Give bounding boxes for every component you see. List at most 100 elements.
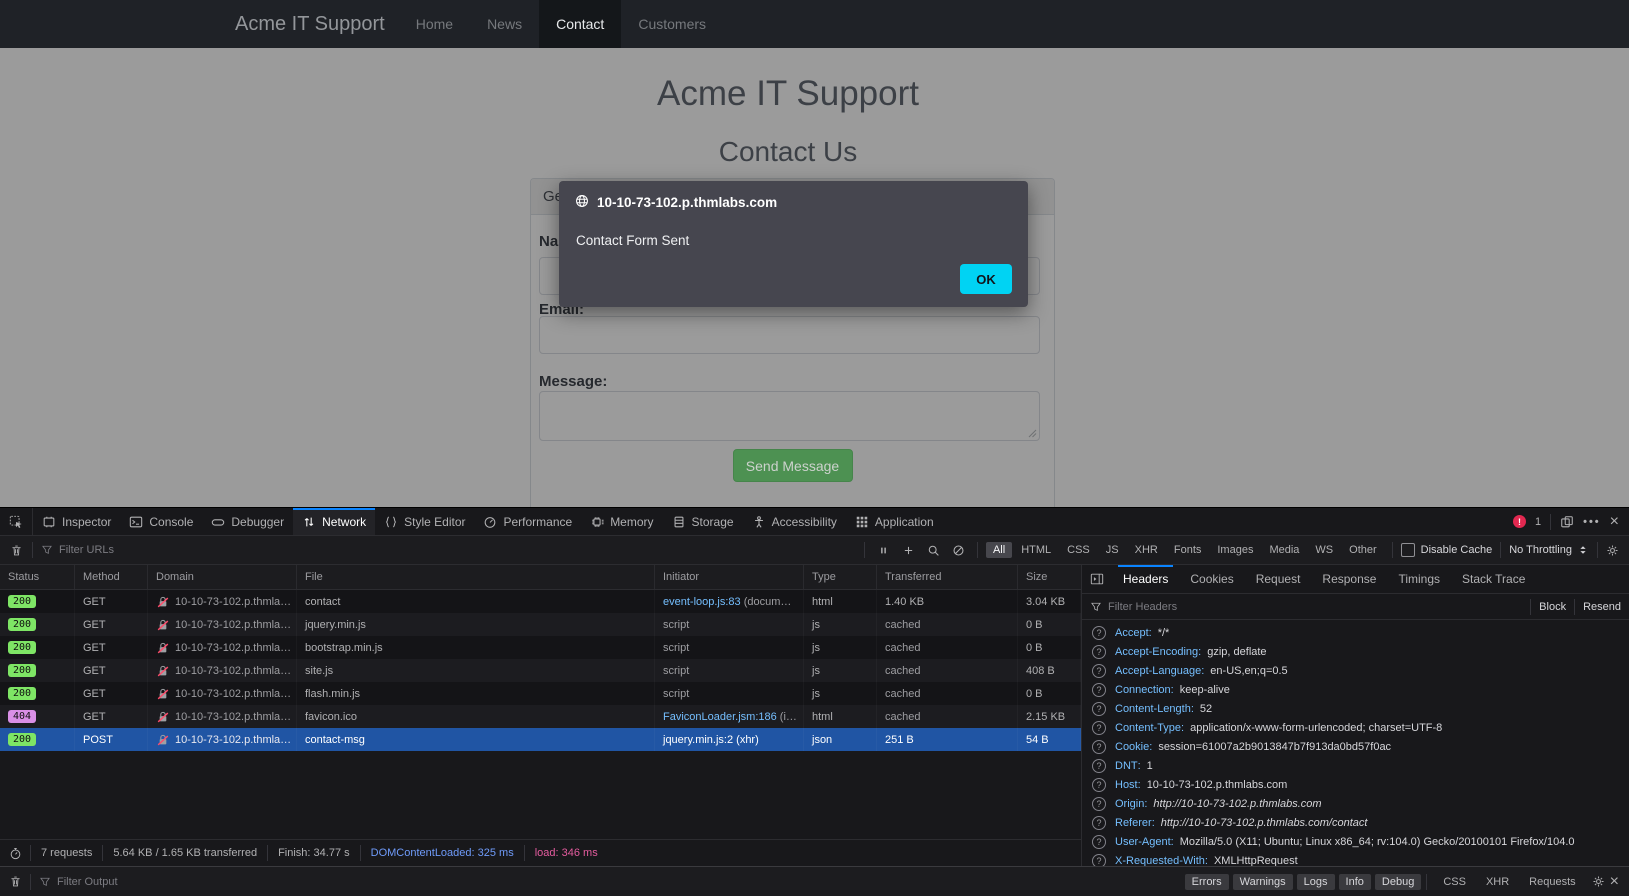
request-row[interactable]: 200 POST 10-10-73-102.p.thmla… contact-msg j… [0,728,1081,751]
console-filter-warnings[interactable]: Warnings [1232,873,1293,890]
details-tab-request[interactable]: Request [1245,565,1312,593]
column-header-method[interactable]: Method [75,565,148,589]
details-tab-response[interactable]: Response [1311,565,1387,593]
console-filter-errors[interactable]: Errors [1184,873,1229,890]
column-header-file[interactable]: File [297,565,655,589]
pick-element-icon[interactable] [0,508,33,535]
details-tab-cookies[interactable]: Cookies [1179,565,1244,593]
resize-grip-icon[interactable] [1028,429,1037,438]
header-help-icon[interactable]: ? [1092,739,1106,754]
details-tab-stack-trace[interactable]: Stack Trace [1451,565,1536,593]
tab-network[interactable]: Network [293,508,376,535]
responsive-design-mode-icon[interactable] [1560,515,1574,529]
tab-inspector[interactable]: Inspector [33,508,120,535]
tab-storage[interactable]: Storage [663,508,743,535]
tab-performance[interactable]: Performance [474,508,581,535]
dialog-ok-button[interactable]: OK [960,264,1012,294]
block-request-icon[interactable] [952,544,965,557]
search-icon[interactable] [927,544,940,557]
console-close-icon[interactable]: × [1610,873,1619,890]
navbar-brand[interactable]: Acme IT Support [235,0,385,48]
request-row[interactable]: 200 GET 10-10-73-102.p.thmla… contact event-… [0,590,1081,613]
nav-item-contact[interactable]: Contact [539,0,622,48]
header-help-icon[interactable]: ? [1092,815,1106,830]
resend-button[interactable]: Resend [1583,601,1621,613]
split-pane-toggle-icon[interactable] [1082,565,1112,593]
type-filter-fonts[interactable]: Fonts [1167,542,1209,558]
console-toggle-xhr[interactable]: XHR [1481,874,1514,890]
nav-item-home[interactable]: Home [399,0,470,48]
request-row[interactable]: 200 GET 10-10-73-102.p.thmla… jquery.min.js… [0,613,1081,636]
header-help-icon[interactable]: ? [1092,682,1106,697]
tab-memory[interactable]: Memory [581,508,662,535]
block-button[interactable]: Block [1539,601,1566,613]
header-help-icon[interactable]: ? [1092,625,1106,640]
type-filter-images[interactable]: Images [1210,542,1260,558]
error-badge-icon[interactable]: ! [1512,515,1526,528]
type-filter-xhr[interactable]: XHR [1128,542,1165,558]
header-help-icon[interactable]: ? [1092,701,1106,716]
type-filter-other[interactable]: Other [1342,542,1384,558]
header-help-icon[interactable]: ? [1092,758,1106,773]
column-header-status[interactable]: Status [0,565,75,589]
clear-output-icon[interactable] [0,875,30,888]
header-help-icon[interactable]: ? [1092,644,1106,659]
filter-output-input[interactable]: Filter Output [39,876,118,888]
filter-icon [1090,601,1102,613]
initiator-link[interactable]: jquery.min.js:2 (xhr) [663,734,759,746]
initiator-link[interactable]: FaviconLoader.jsm:186 [663,711,777,723]
send-message-button[interactable]: Send Message [732,449,853,482]
throttling-select[interactable]: No Throttling [1509,544,1589,556]
column-header-transferred[interactable]: Transferred [877,565,1018,589]
request-row[interactable]: 200 GET 10-10-73-102.p.thmla… site.js script… [0,659,1081,682]
tab-accessibility[interactable]: Accessibility [743,508,846,535]
console-filter-logs[interactable]: Logs [1296,873,1335,890]
header-help-icon[interactable]: ? [1092,853,1106,866]
type-filter-media[interactable]: Media [1262,542,1306,558]
header-value: 1 [1146,759,1153,772]
nav-item-customers[interactable]: Customers [621,0,723,48]
tab-application[interactable]: Application [846,508,943,535]
initiator-link[interactable]: event-loop.js:83 [663,596,741,608]
request-row[interactable]: 404 GET 10-10-73-102.p.thmla… favicon.ico Fa… [0,705,1081,728]
header-help-icon[interactable]: ? [1092,796,1106,811]
console-toggle-css[interactable]: CSS [1438,874,1471,890]
devtools-menu-icon[interactable]: ••• [1583,516,1601,528]
column-header-domain[interactable]: Domain [148,565,297,589]
tab-debugger[interactable]: Debugger [202,508,293,535]
column-header-initiator[interactable]: Initiator [655,565,804,589]
disable-cache-checkbox[interactable]: Disable Cache [1400,543,1492,557]
tab-console[interactable]: Console [120,508,202,535]
nav-item-news[interactable]: News [470,0,539,48]
type-filter-js[interactable]: JS [1099,542,1126,558]
column-header-type[interactable]: Type [804,565,877,589]
tab-style-editor[interactable]: Style Editor [375,508,474,535]
filter-headers-input[interactable]: Filter Headers [1108,601,1177,613]
header-help-icon[interactable]: ? [1092,663,1106,678]
console-filter-info[interactable]: Info [1338,873,1371,890]
type-filter-all[interactable]: All [985,542,1013,558]
header-help-icon[interactable]: ? [1092,720,1106,735]
column-header-size[interactable]: Size [1018,565,1081,589]
details-tab-timings[interactable]: Timings [1387,565,1451,593]
add-request-icon[interactable] [902,544,915,557]
clear-requests-icon[interactable] [0,544,32,557]
message-textarea[interactable] [539,391,1040,441]
stopwatch-icon[interactable] [0,847,30,860]
type-filter-html[interactable]: HTML [1014,542,1058,558]
type-filter-css[interactable]: CSS [1060,542,1097,558]
devtools-close-icon[interactable]: × [1610,513,1619,530]
console-toggle-requests[interactable]: Requests [1524,874,1580,890]
email-input[interactable] [539,316,1040,354]
type-filter-ws[interactable]: WS [1308,542,1340,558]
request-row[interactable]: 200 GET 10-10-73-102.p.thmla… bootstrap.min… [0,636,1081,659]
header-help-icon[interactable]: ? [1092,834,1106,849]
console-settings-gear-icon[interactable] [1592,875,1605,888]
header-help-icon[interactable]: ? [1092,777,1106,792]
filter-urls-input[interactable]: Filter URLs [41,544,114,556]
pause-traffic-icon[interactable] [877,544,890,557]
details-tab-headers[interactable]: Headers [1112,565,1179,593]
network-settings-gear-icon[interactable] [1606,544,1619,557]
request-row[interactable]: 200 GET 10-10-73-102.p.thmla… flash.min.js s… [0,682,1081,705]
console-filter-debug[interactable]: Debug [1374,873,1422,890]
